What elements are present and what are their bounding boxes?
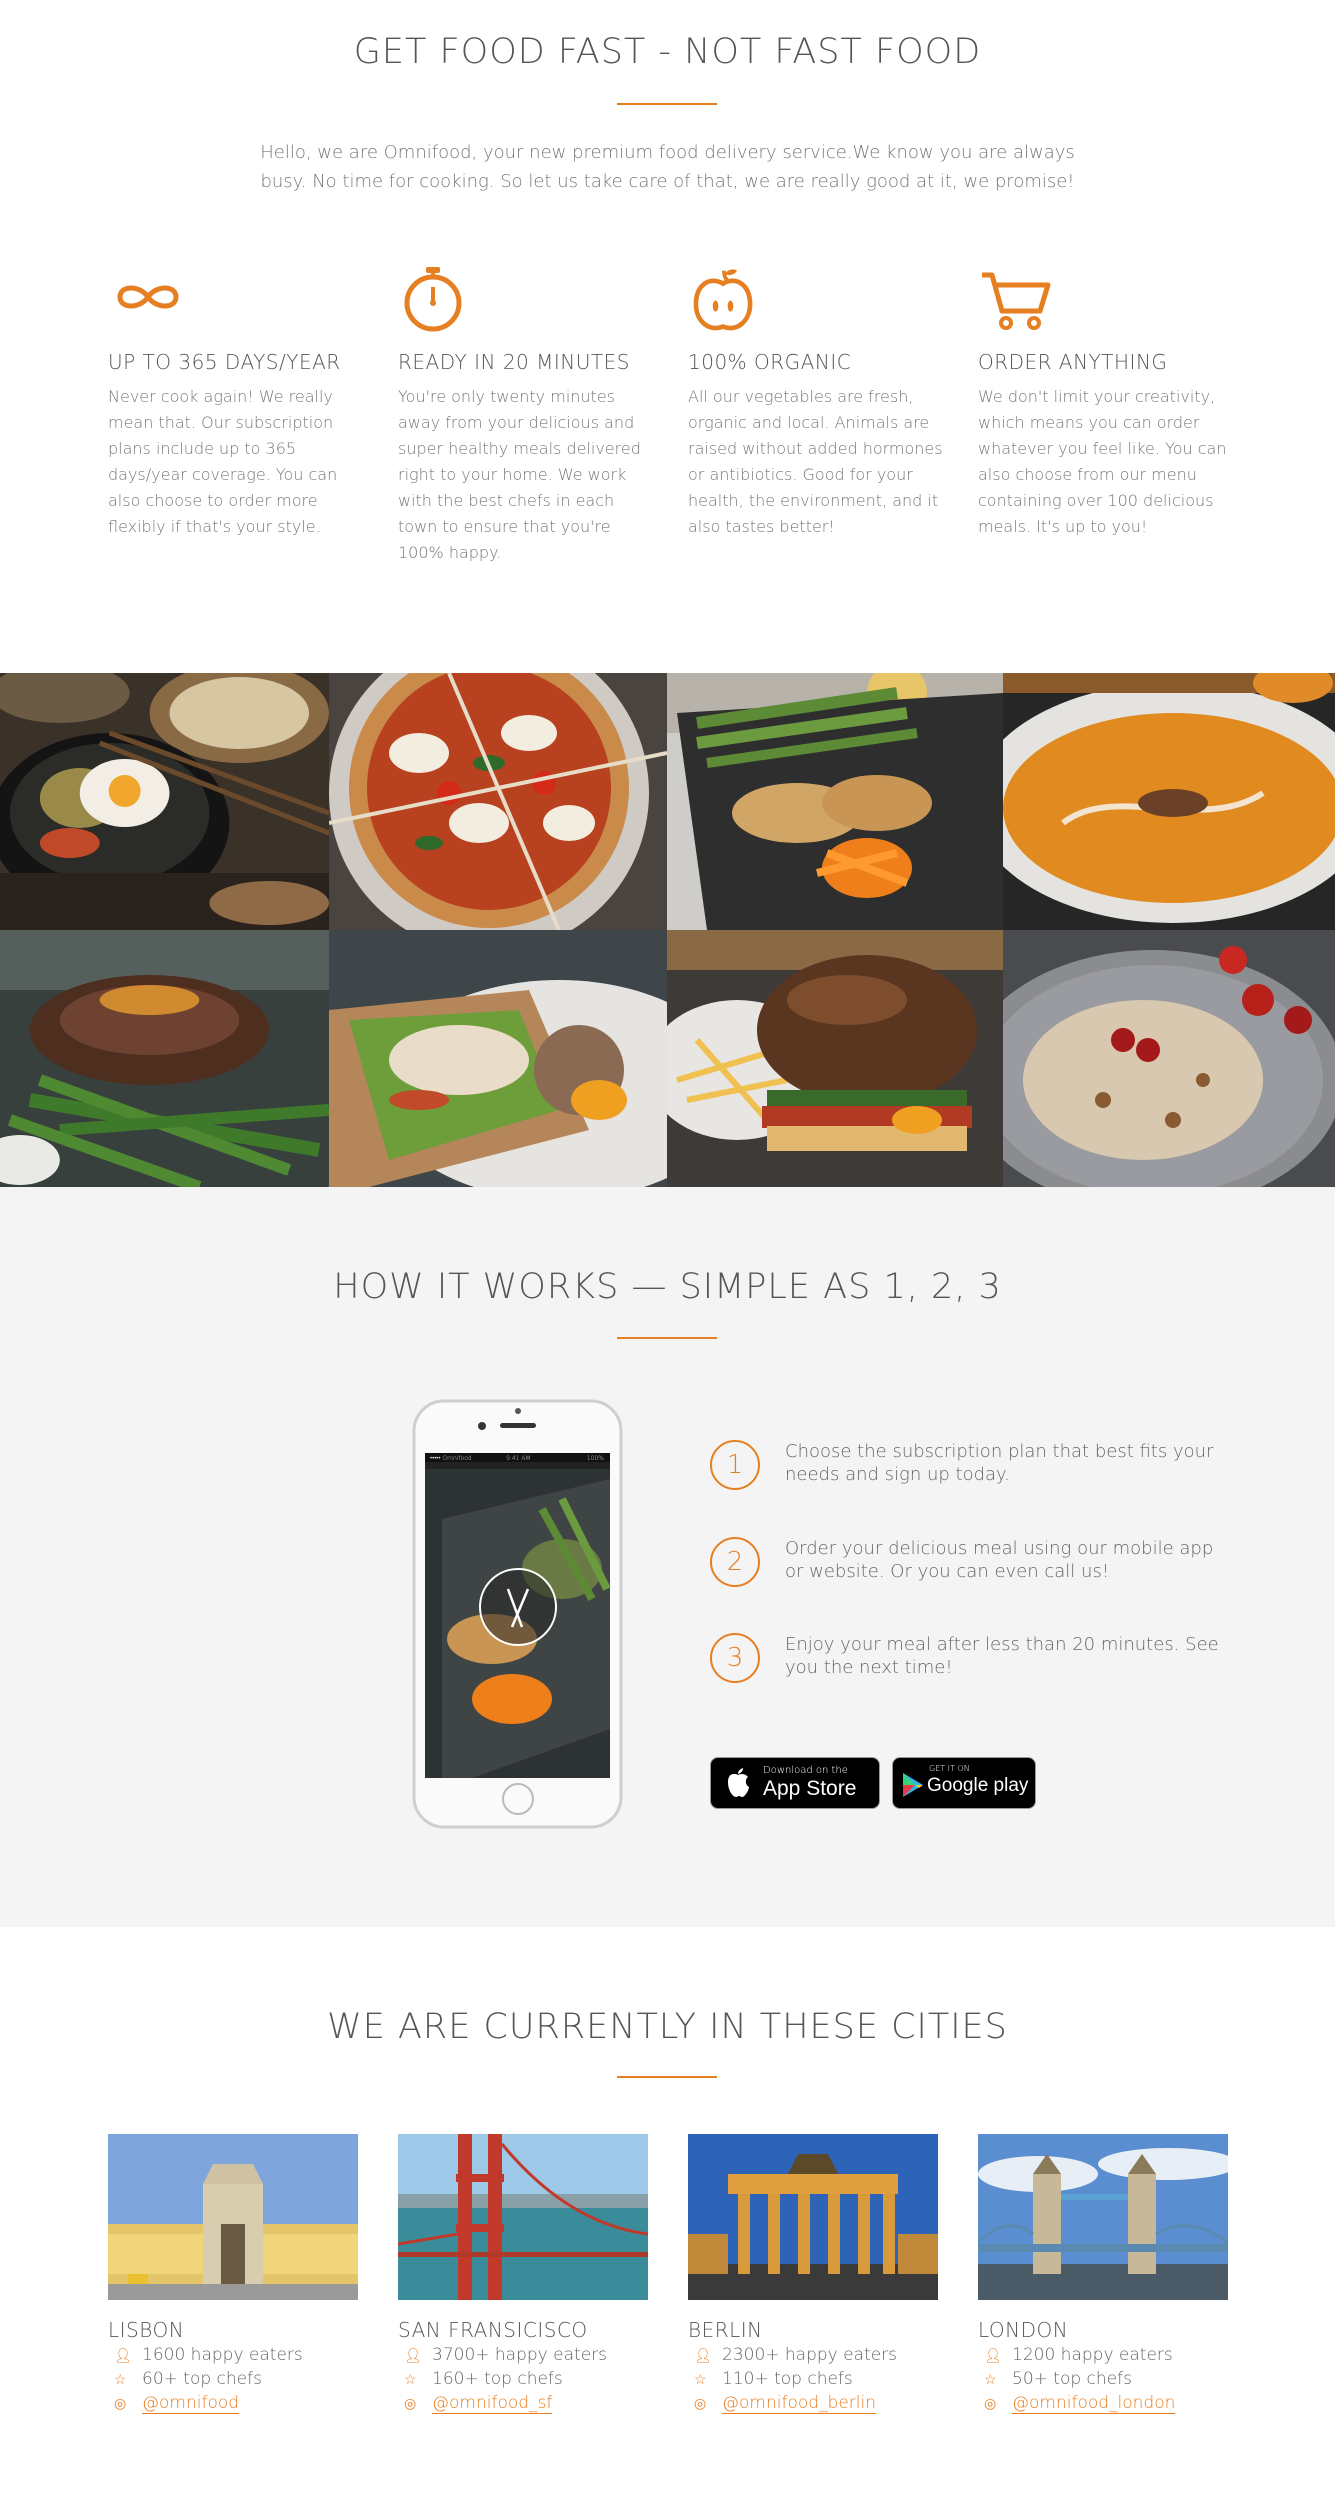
city-photo-lisbon: [108, 2134, 358, 2300]
apple-icon: [693, 269, 753, 331]
star-icon: ☆: [404, 2372, 417, 2388]
features-title: GET FOOD FAST - NOT FAST FOOD: [353, 32, 982, 72]
app-store-label: App Store: [763, 1777, 857, 1800]
city-chefs: ☆ 160+ top chefs: [404, 2369, 563, 2389]
city-social: ◎ @omnifood_sf: [398, 2393, 648, 2414]
city-san-francisco: SAN FRANSICISCO 👤︎ 3700+ happy eaters ☆ 16…: [398, 2134, 648, 2414]
instagram-icon: ◎: [694, 2396, 707, 2412]
city-instagram-link[interactable]: @omnifood_berlin: [722, 2393, 876, 2414]
instagram-icon: ◎: [984, 2396, 997, 2412]
meal-photo-chicken-asparagus: [667, 673, 1003, 930]
city-chefs: ☆ 110+ top chefs: [694, 2369, 853, 2389]
city-name: BERLIN: [688, 2318, 763, 2342]
person-icon: 👤︎: [114, 2348, 132, 2364]
city-social: ◎ @omnifood_berlin: [688, 2393, 938, 2414]
instagram-icon: ◎: [404, 2396, 417, 2412]
step-text: Enjoy your meal after less than 20 minut…: [785, 1634, 1219, 1678]
feature-365-days: UP TO 365 DAYS/YEAR Never cook again! We…: [108, 265, 363, 540]
features-section: GET FOOD FAST - NOT FAST FOOD Hello, we …: [0, 0, 1335, 673]
meal-photo-steak: [0, 930, 329, 1187]
star-icon: ☆: [114, 2372, 127, 2388]
cart-icon: [982, 272, 1051, 330]
step-number: 3: [710, 1633, 760, 1683]
meal-photo-granola: [1003, 930, 1335, 1187]
person-icon: 👤︎: [694, 2348, 712, 2364]
feature-title: ORDER ANYTHING: [978, 350, 1168, 374]
city-chefs: ☆ 60+ top chefs: [114, 2369, 262, 2389]
city-social: ◎ @omnifood_london: [978, 2393, 1228, 2414]
title-underline: [617, 103, 717, 105]
step-text: Choose the subscription plan that best f…: [785, 1441, 1214, 1485]
city-name: LISBON: [108, 2318, 185, 2342]
star-icon: ☆: [984, 2372, 997, 2388]
stopwatch-icon: [404, 267, 462, 332]
city-photo-berlin: [688, 2134, 938, 2300]
city-eaters: 👤︎ 3700+ happy eaters: [404, 2345, 607, 2365]
cities-section: WE ARE CURRENTLY IN THESE CITIES LISBON …: [0, 1927, 1335, 2519]
meal-photo-pizza: [329, 673, 667, 930]
city-instagram-link[interactable]: @omnifood: [142, 2393, 240, 2414]
city-eaters: 👤︎ 2300+ happy eaters: [694, 2345, 897, 2365]
phone-carrier: ••••• Omnifood: [430, 1455, 472, 1462]
city-social: ◎ @omnifood: [108, 2393, 358, 2414]
city-berlin: BERLIN 👤︎ 2300+ happy eaters ☆ 110+ top ch…: [688, 2134, 938, 2414]
city-london: LONDON 👤︎ 1200 happy eaters ☆ 50+ top chef…: [978, 2134, 1228, 2414]
meal-photo-sandwich: [329, 930, 667, 1187]
phone-mockup: ••••• Omnifood 9:41 AM 100%: [412, 1399, 623, 1829]
feature-order-anything: ORDER ANYTHING We don't limit your creat…: [978, 265, 1233, 540]
city-eaters: 👤︎ 1600 happy eaters: [114, 2345, 303, 2365]
apple-logo-icon: [728, 1768, 749, 1797]
google-play-small: GET IT ON: [929, 1764, 970, 1773]
city-chefs: ☆ 50+ top chefs: [984, 2369, 1132, 2389]
meal-photo-pumpkin-soup: [1003, 673, 1335, 930]
meal-photo-bibimbap: [0, 673, 329, 930]
google-play-icon: [903, 1773, 923, 1797]
city-photo-london: [978, 2134, 1228, 2300]
feature-text: Never cook again! We really mean that. O…: [108, 387, 338, 536]
step-number: 2: [710, 1537, 760, 1587]
step-number: 1: [710, 1440, 760, 1490]
meals-showcase: [0, 673, 1335, 1187]
person-icon: 👤︎: [984, 2348, 1002, 2364]
title-underline: [617, 1337, 717, 1339]
feature-text: All our vegetables are fresh, organic an…: [688, 387, 943, 536]
feature-text: You're only twenty minutes away from you…: [398, 387, 641, 562]
city-instagram-link[interactable]: @omnifood_sf: [432, 2393, 553, 2414]
app-store-button[interactable]: Download on the App Store: [710, 1757, 880, 1809]
feature-organic: 100% ORGANIC All our vegetables are fres…: [688, 265, 943, 540]
phone-battery: 100%: [586, 1455, 604, 1462]
step-text: Order your delicious meal using our mobi…: [785, 1538, 1214, 1582]
city-name: SAN FRANSICISCO: [398, 2318, 588, 2342]
star-icon: ☆: [694, 2372, 707, 2388]
feature-title: UP TO 365 DAYS/YEAR: [108, 350, 341, 374]
meal-photo-burger: [667, 930, 1003, 1187]
instagram-icon: ◎: [114, 2396, 127, 2412]
title-underline: [617, 2076, 717, 2078]
city-instagram-link[interactable]: @omnifood_london: [1012, 2393, 1176, 2414]
feature-title: READY IN 20 MINUTES: [398, 350, 630, 374]
city-name: LONDON: [978, 2318, 1069, 2342]
feature-20-minutes: READY IN 20 MINUTES You're only twenty m…: [398, 265, 653, 566]
how-title: HOW IT WORKS — SIMPLE AS 1, 2, 3: [333, 1267, 1002, 1307]
phone-time: 9:41 AM: [506, 1455, 531, 1462]
features-intro: Hello, we are Omnifood, your new premium…: [260, 142, 1075, 192]
google-play-button[interactable]: GET IT ON Google play: [892, 1757, 1036, 1809]
feature-title: 100% ORGANIC: [688, 350, 852, 374]
city-eaters: 👤︎ 1200 happy eaters: [984, 2345, 1173, 2365]
cities-title: WE ARE CURRENTLY IN THESE CITIES: [327, 2007, 1008, 2047]
how-it-works-section: HOW IT WORKS — SIMPLE AS 1, 2, 3 ••••• O…: [0, 1187, 1335, 1927]
person-icon: 👤︎: [404, 2348, 422, 2364]
infinity-icon: [117, 285, 179, 309]
app-store-small: Download on the: [763, 1765, 848, 1776]
city-photo-san-francisco: [398, 2134, 648, 2300]
google-play-label: Google play: [927, 1775, 1029, 1796]
feature-text: We don't limit your creativity, which me…: [978, 387, 1227, 536]
city-lisbon: LISBON 👤︎ 1600 happy eaters ☆ 60+ top chef…: [108, 2134, 358, 2414]
